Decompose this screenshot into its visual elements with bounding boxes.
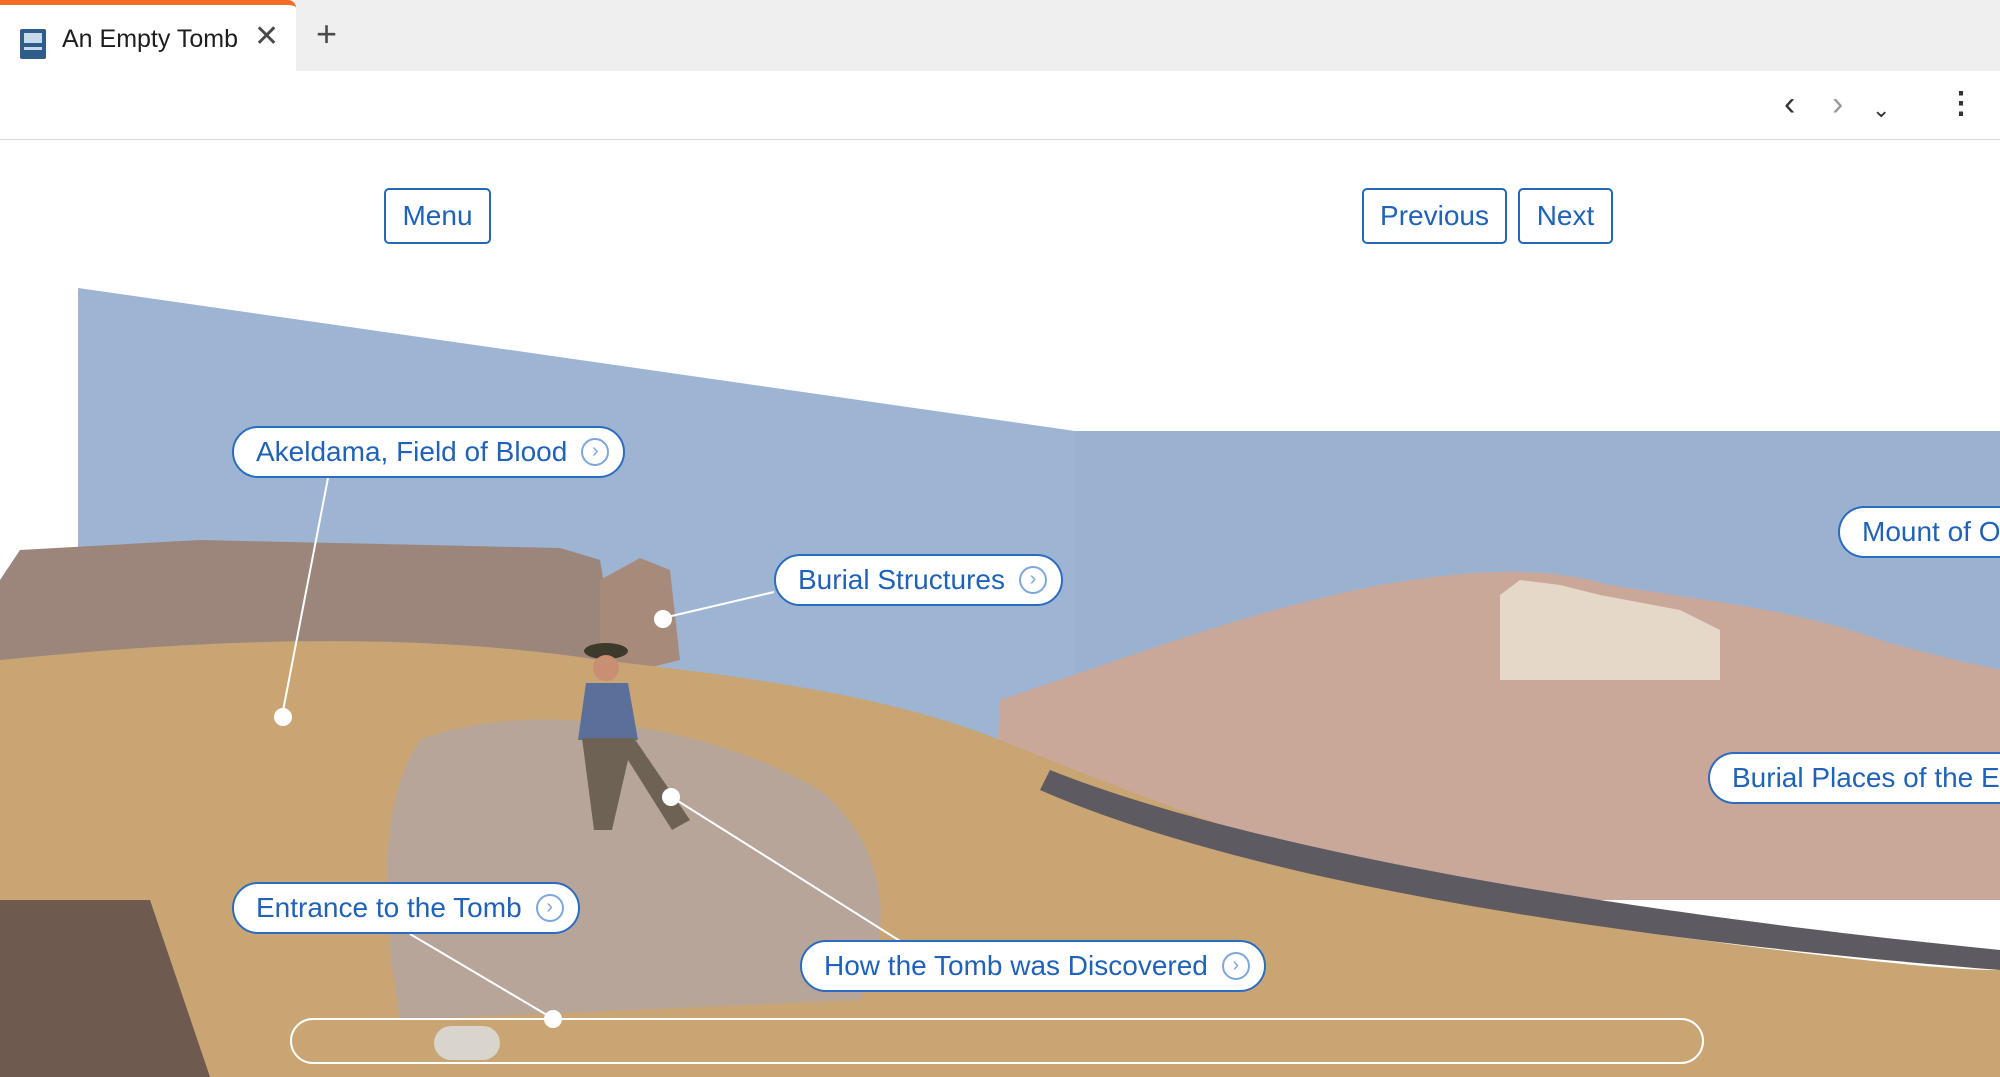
page-content: Menu Previous Next Akeldama, Field of Bl…: [0, 140, 2000, 1077]
menu-button[interactable]: Menu: [384, 188, 491, 244]
hotspot-marker[interactable]: [274, 708, 292, 726]
hotspot-burial-places[interactable]: Burial Places of the El: [1708, 752, 2000, 804]
hotspot-label: Mount of O: [1862, 516, 2000, 547]
scrollbar-thumb[interactable]: [434, 1026, 500, 1060]
plus-icon[interactable]: +: [316, 16, 337, 52]
browser-tab[interactable]: An Empty Tomb ✕: [0, 0, 296, 71]
hotspot-label: Burial Structures: [798, 564, 1005, 595]
panorama-scrollbar[interactable]: [290, 1018, 1704, 1064]
hotspot-how-discovered[interactable]: How the Tomb was Discovered ›: [800, 940, 1266, 992]
hotspot-label: Burial Places of the El: [1732, 762, 2000, 793]
site-favicon-icon: [20, 29, 46, 59]
hotspot-burial-structures[interactable]: Burial Structures ›: [774, 554, 1063, 606]
browser-toolbar: ‹ › ⌄ ⋮: [0, 71, 2000, 140]
previous-button[interactable]: Previous: [1362, 188, 1507, 244]
hotspot-label: How the Tomb was Discovered: [824, 950, 1208, 981]
panorama-scene[interactable]: [0, 140, 2000, 1077]
shirt: [578, 683, 638, 740]
chevron-circle-right-icon: ›: [1221, 952, 1250, 980]
chevron-circle-right-icon: ›: [1018, 566, 1047, 594]
next-button[interactable]: Next: [1518, 188, 1613, 244]
hotspot-entrance-to-tomb[interactable]: Entrance to the Tomb ›: [232, 882, 580, 934]
chevron-circle-right-icon: ›: [535, 894, 564, 922]
tab-title: An Empty Tomb: [62, 25, 239, 53]
tab-strip: An Empty Tomb ✕ +: [0, 0, 2000, 71]
hotspot-marker[interactable]: [662, 788, 680, 806]
more-icon[interactable]: ⋮: [1946, 85, 1976, 123]
chevron-circle-right-icon: ›: [581, 438, 610, 466]
hotspot-marker[interactable]: [654, 610, 672, 628]
forward-icon[interactable]: ›: [1832, 85, 1843, 123]
hotspot-mount-of-olives[interactable]: Mount of O: [1838, 506, 2000, 558]
back-icon[interactable]: ‹: [1784, 85, 1795, 123]
head: [593, 655, 619, 681]
close-icon[interactable]: ✕: [254, 22, 279, 52]
hotspot-label: Akeldama, Field of Blood: [256, 436, 568, 467]
hotspot-akeldama[interactable]: Akeldama, Field of Blood ›: [232, 426, 626, 478]
chevron-down-icon[interactable]: ⌄: [1872, 91, 1890, 129]
hotspot-label: Entrance to the Tomb: [256, 892, 522, 923]
